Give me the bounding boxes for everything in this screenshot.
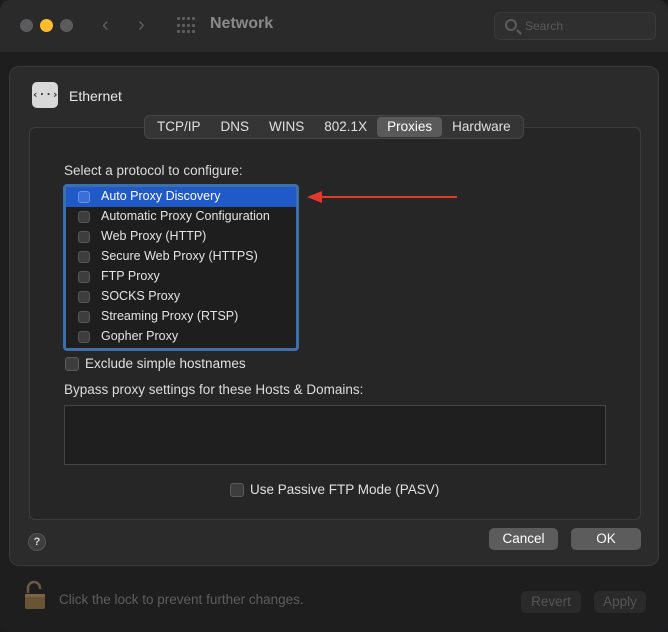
protocol-label: FTP Proxy [101, 269, 160, 283]
proxies-sheet: ‹··› Ethernet TCP/IP DNS WINS 802.1X Pro… [9, 66, 659, 566]
protocol-checkbox[interactable] [78, 231, 90, 243]
zoom-window-button[interactable] [60, 19, 73, 32]
tab-tcpip[interactable]: TCP/IP [147, 117, 211, 137]
protocol-checkbox[interactable] [78, 251, 90, 263]
cancel-button[interactable]: Cancel [489, 528, 558, 550]
passive-ftp-label: Use Passive FTP Mode (PASV) [250, 482, 440, 497]
tab-dns[interactable]: DNS [211, 117, 260, 137]
protocol-row-secure-web-proxy-https[interactable]: Secure Web Proxy (HTTPS) [66, 247, 296, 267]
bypass-label: Bypass proxy settings for these Hosts & … [64, 382, 364, 397]
protocol-checkbox[interactable] [78, 331, 90, 343]
protocol-row-web-proxy-http[interactable]: Web Proxy (HTTP) [66, 227, 296, 247]
tab-hardware[interactable]: Hardware [442, 117, 521, 137]
tab-bar: TCP/IP DNS WINS 802.1X Proxies Hardware [144, 115, 524, 139]
ok-button[interactable]: OK [571, 528, 641, 550]
revert-button[interactable]: Revert [521, 591, 581, 613]
protocol-checkbox[interactable] [78, 191, 90, 203]
lock-icon[interactable] [24, 580, 46, 610]
protocol-label: Streaming Proxy (RTSP) [101, 309, 239, 323]
protocol-row-automatic-proxy-configuration[interactable]: Automatic Proxy Configuration [66, 207, 296, 227]
ethernet-icon: ‹··› [32, 82, 59, 108]
forward-arrow-icon[interactable]: › [138, 13, 145, 37]
protocol-row-ftp-proxy[interactable]: FTP Proxy [66, 267, 296, 287]
show-all-grid-icon[interactable] [177, 17, 195, 35]
protocol-label: Gopher Proxy [101, 329, 179, 343]
help-button[interactable]: ? [28, 533, 46, 551]
protocol-checkbox[interactable] [78, 271, 90, 283]
passive-ftp-checkbox[interactable] [230, 483, 244, 497]
apply-button[interactable]: Apply [594, 591, 646, 613]
back-arrow-icon[interactable]: ‹ [102, 13, 109, 37]
search-icon [505, 19, 517, 31]
protocol-label: Auto Proxy Discovery [101, 189, 221, 203]
protocol-label: Secure Web Proxy (HTTPS) [101, 249, 258, 263]
protocol-row-socks-proxy[interactable]: SOCKS Proxy [66, 287, 296, 307]
tab-8021x[interactable]: 802.1X [314, 117, 377, 137]
protocol-label: SOCKS Proxy [101, 289, 181, 303]
protocol-row-gopher-proxy[interactable]: Gopher Proxy [66, 327, 296, 347]
protocol-checkbox[interactable] [78, 311, 90, 323]
exclude-simple-hostnames-checkbox[interactable] [65, 357, 79, 371]
tab-wins[interactable]: WINS [259, 117, 314, 137]
select-protocol-label: Select a protocol to configure: [64, 163, 243, 178]
bypass-hosts-textarea[interactable] [64, 405, 606, 465]
protocol-checkbox[interactable] [78, 291, 90, 303]
tab-proxies[interactable]: Proxies [377, 117, 443, 137]
minimize-window-button[interactable] [40, 19, 53, 32]
interface-name: Ethernet [69, 88, 122, 104]
close-window-button[interactable] [20, 19, 33, 32]
window-title: Network [210, 15, 274, 32]
title-bar: ‹ › Network [0, 0, 668, 52]
search-input[interactable] [525, 18, 645, 34]
network-preferences-window: ‹ › Network ‹··› Ethernet TCP/IP DNS WIN… [0, 0, 668, 632]
search-field[interactable] [494, 12, 656, 40]
protocol-row-streaming-proxy-rtsp[interactable]: Streaming Proxy (RTSP) [66, 307, 296, 327]
lock-hint-text: Click the lock to prevent further change… [59, 592, 304, 607]
protocol-checkbox[interactable] [78, 211, 90, 223]
protocol-label: Automatic Proxy Configuration [101, 209, 270, 223]
protocol-row-auto-proxy-discovery[interactable]: Auto Proxy Discovery [66, 187, 296, 207]
protocol-label: Web Proxy (HTTP) [101, 229, 207, 243]
exclude-simple-hostnames-label: Exclude simple hostnames [85, 356, 246, 371]
protocol-list[interactable]: Auto Proxy Discovery Automatic Proxy Con… [63, 184, 299, 351]
annotation-arrow-icon [307, 191, 457, 203]
